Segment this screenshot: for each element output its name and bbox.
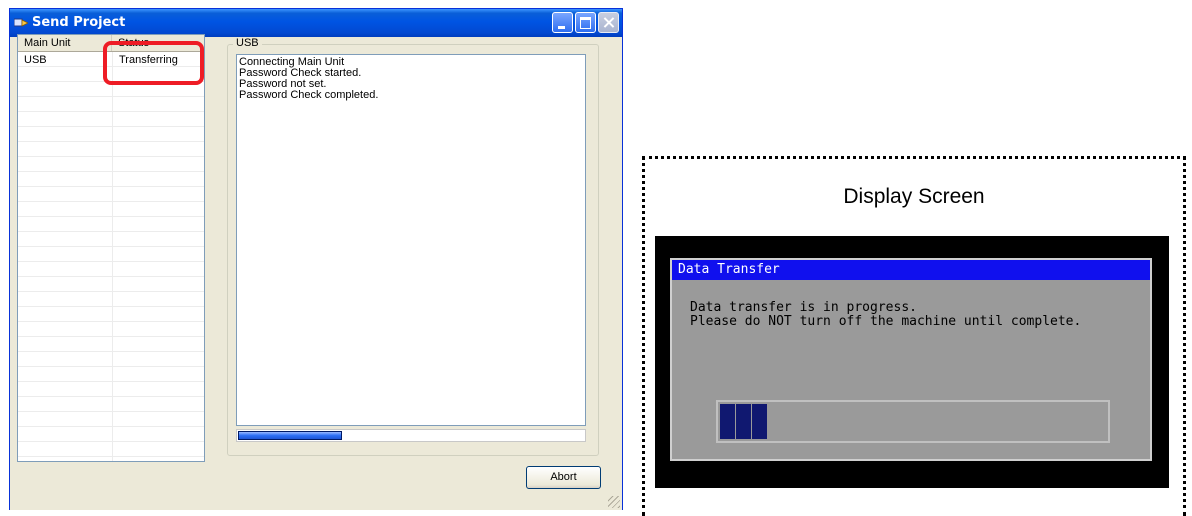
status-highlight-box <box>103 41 204 85</box>
progress-block <box>736 404 751 439</box>
transfer-log[interactable]: Connecting Main Unit Password Check star… <box>236 54 586 426</box>
dialog-title: Data Transfer <box>672 260 1150 280</box>
resize-grip-icon[interactable] <box>608 496 620 508</box>
dialog-message-line1: Data transfer is in progress. <box>690 300 917 315</box>
column-divider <box>112 52 113 461</box>
list-rows <box>18 52 204 461</box>
window-title: Send Project <box>32 15 126 30</box>
title-bar[interactable]: Send Project <box>10 9 622 37</box>
unit-status-list[interactable]: Main Unit Status USB Transferring <box>17 34 205 462</box>
progress-fill <box>238 431 342 440</box>
transfer-progress-bar <box>236 429 586 442</box>
close-button[interactable] <box>598 12 619 33</box>
app-icon <box>14 18 28 27</box>
progress-block <box>752 404 767 439</box>
usb-group-label: USB <box>233 37 262 49</box>
column-header-main-unit[interactable]: Main Unit <box>18 35 112 51</box>
log-line: Password Check completed. <box>239 89 379 101</box>
data-transfer-dialog: Data Transfer Data transfer is in progre… <box>670 258 1152 461</box>
progress-block <box>720 404 735 439</box>
maximize-button[interactable] <box>575 12 596 33</box>
row-main-unit[interactable]: USB <box>24 54 47 66</box>
minimize-button[interactable] <box>552 12 573 33</box>
display-screen-caption: Display Screen <box>843 185 985 208</box>
machine-progress-bar <box>716 400 1110 443</box>
abort-button[interactable]: Abort <box>526 466 601 489</box>
dialog-message-line2: Please do NOT turn off the machine until… <box>690 314 1082 329</box>
